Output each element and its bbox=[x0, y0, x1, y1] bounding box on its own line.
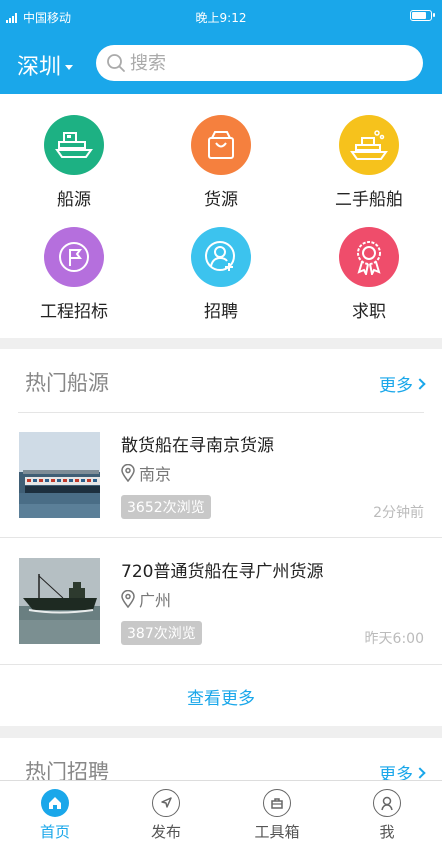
navigation-icon bbox=[152, 789, 180, 817]
item-title: 720普通货船在寻广州货源 bbox=[121, 562, 324, 582]
location-pin-icon bbox=[121, 464, 135, 482]
app-header: 深圳 bbox=[0, 32, 442, 94]
list-item[interactable]: 散货船在寻南京货源 南京 3652次浏览 2分钟前 bbox=[0, 421, 442, 531]
city-label: 深圳 bbox=[17, 55, 62, 80]
chevron-right-icon bbox=[414, 766, 426, 779]
list-item[interactable]: 720普通货船在寻广州货源 广州 387次浏览 昨天6:00 bbox=[0, 547, 442, 657]
ship-thumbnail bbox=[19, 558, 100, 644]
tab-label: 工具箱 bbox=[254, 823, 300, 841]
used-ship-icon bbox=[339, 115, 399, 175]
shopping-bag-icon bbox=[191, 115, 251, 175]
divider bbox=[0, 537, 442, 538]
view-more-button[interactable]: 查看更多 bbox=[0, 684, 442, 709]
more-label: 更多 bbox=[379, 376, 413, 396]
section-title: 热门船源 bbox=[25, 371, 109, 395]
tab-home[interactable]: 首页 bbox=[15, 789, 95, 841]
tab-toolbox[interactable]: 工具箱 bbox=[237, 789, 317, 841]
category-grid: 船源 货源 二手船舶 工程招标 招聘 求职 bbox=[0, 94, 442, 338]
tab-label: 发布 bbox=[150, 823, 181, 841]
ship-icon bbox=[44, 115, 104, 175]
divider bbox=[0, 664, 442, 665]
timestamp: 昨天6:00 bbox=[364, 631, 424, 647]
category-engineering-bids[interactable]: 工程招标 bbox=[14, 227, 134, 322]
award-icon bbox=[339, 227, 399, 287]
divider bbox=[18, 412, 424, 413]
caret-down-icon bbox=[65, 64, 74, 70]
category-label: 求职 bbox=[352, 302, 386, 322]
hot-ships-section: 热门船源 更多 散货船在寻南京货源 南京 3652次浏览 2分钟前 720普通货… bbox=[0, 349, 442, 726]
category-label: 二手船舶 bbox=[335, 190, 403, 210]
tab-me[interactable]: 我 bbox=[347, 789, 427, 841]
more-link[interactable]: 更多 bbox=[379, 371, 426, 396]
search-box[interactable] bbox=[96, 45, 423, 81]
item-location: 广州 bbox=[121, 587, 171, 611]
ship-thumbnail bbox=[19, 432, 100, 518]
item-title: 散货船在寻南京货源 bbox=[121, 436, 274, 456]
category-label: 船源 bbox=[57, 190, 91, 210]
hot-jobs-section: 热门招聘 更多 bbox=[0, 738, 442, 785]
tab-bar: 首页 发布 工具箱 我 bbox=[0, 780, 442, 841]
timestamp: 2分钟前 bbox=[373, 505, 424, 521]
status-bar: 中国移动 晚上9:12 bbox=[0, 0, 442, 32]
search-input[interactable] bbox=[130, 52, 410, 74]
battery-icon bbox=[410, 10, 435, 21]
tab-publish[interactable]: 发布 bbox=[126, 789, 206, 841]
item-location: 南京 bbox=[121, 461, 171, 485]
category-used-ships[interactable]: 二手船舶 bbox=[309, 115, 429, 210]
views-badge: 3652次浏览 bbox=[121, 495, 211, 519]
category-cargo-source[interactable]: 货源 bbox=[161, 115, 281, 210]
category-label: 货源 bbox=[204, 190, 238, 210]
category-label: 工程招标 bbox=[40, 302, 108, 322]
status-time: 晚上9:12 bbox=[195, 11, 247, 25]
chevron-right-icon bbox=[414, 377, 426, 390]
location-label: 南京 bbox=[139, 465, 172, 484]
flag-icon bbox=[44, 227, 104, 287]
category-ship-source[interactable]: 船源 bbox=[14, 115, 134, 210]
home-icon bbox=[41, 789, 69, 817]
city-selector[interactable]: 深圳 bbox=[17, 49, 74, 81]
tab-label: 首页 bbox=[39, 823, 70, 841]
search-icon bbox=[107, 54, 125, 72]
category-recruitment[interactable]: 招聘 bbox=[161, 227, 281, 322]
add-user-icon bbox=[191, 227, 251, 287]
toolbox-icon bbox=[263, 789, 291, 817]
views-badge: 387次浏览 bbox=[121, 621, 202, 645]
location-label: 广州 bbox=[139, 591, 172, 610]
tab-label: 我 bbox=[379, 823, 395, 841]
location-pin-icon bbox=[121, 590, 135, 608]
category-label: 招聘 bbox=[204, 302, 238, 322]
user-icon bbox=[373, 789, 401, 817]
category-job-seeking[interactable]: 求职 bbox=[309, 227, 429, 322]
